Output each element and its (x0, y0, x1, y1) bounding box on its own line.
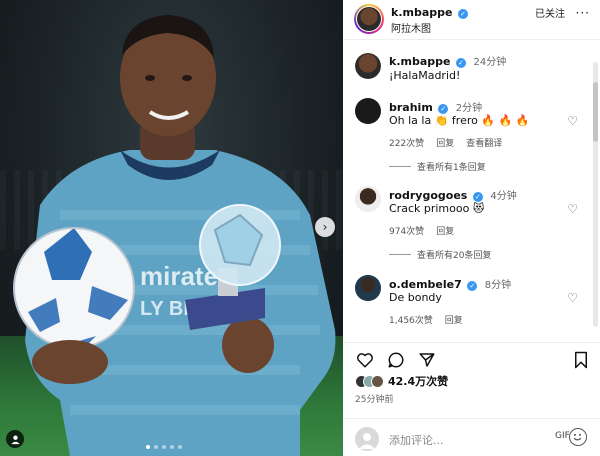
comment-username[interactable]: rodrygogoes (389, 189, 467, 202)
verified-badge-icon: ✓ (455, 58, 466, 68)
carousel-dot (162, 445, 166, 449)
liker-avatar (371, 374, 384, 388)
comment-time: 2分钟 (455, 103, 483, 114)
comment-time: 8分钟 (484, 280, 512, 291)
comment-item: o.dembele7 ✓ 8分钟 De bondy ♡ 1,456次赞 回复 (343, 273, 600, 331)
verified-badge-icon: ✓ (472, 192, 483, 202)
post-action-bar (343, 342, 600, 372)
like-button[interactable] (355, 350, 375, 370)
following-button[interactable]: 已关注 (535, 5, 565, 20)
save-button[interactable] (571, 350, 591, 370)
comment-avatar[interactable] (355, 186, 381, 212)
heart-eyes-cat-emoji: 😻 (472, 202, 485, 215)
verified-badge-icon: ✓ (457, 9, 468, 19)
like-summary[interactable]: 42.4万次赞 (355, 373, 448, 389)
reply-button[interactable]: 回复 (436, 224, 454, 237)
comment-text-part: frero (448, 114, 482, 127)
fire-emoji: 🔥 🔥 🔥 (481, 114, 530, 127)
more-options-button[interactable]: ··· (576, 6, 590, 20)
verified-badge-icon: ✓ (467, 281, 478, 291)
comment-time: 4分钟 (490, 191, 517, 202)
reply-button[interactable]: 回复 (445, 313, 463, 326)
caption-text: ¡HalaMadrid! (389, 69, 461, 82)
view-replies-button[interactable]: 查看所有1条回复 (389, 160, 486, 173)
clap-emoji: 👏 (434, 114, 449, 127)
post-header: k.mbappe ✓ 阿拉木图 已关注 ··· (343, 0, 600, 40)
player-illustration: mirate LY BE (13, 15, 336, 456)
verified-badge-icon: ✓ (438, 104, 449, 114)
carousel-dot (170, 445, 174, 449)
carousel-dots (146, 445, 182, 449)
comment-like-count[interactable]: 1,456次赞 (389, 313, 433, 326)
instagram-post-view: mirate LY BE › k.mbappe ✓ 阿拉木图 已关注 ··· k… (0, 0, 600, 456)
comment-text-part: Crack primooo (389, 202, 473, 215)
post-photo[interactable]: mirate LY BE › (0, 0, 343, 456)
carousel-dot (178, 445, 182, 449)
caption-avatar[interactable] (355, 53, 381, 79)
comment-avatar[interactable] (355, 98, 381, 124)
comment-avatar[interactable] (355, 275, 381, 301)
comment-text: De bondy (389, 291, 442, 304)
divider (389, 166, 411, 167)
current-user-avatar (355, 427, 379, 451)
author-username[interactable]: k.mbappe (391, 6, 452, 19)
translate-button[interactable]: 查看翻译 (466, 136, 502, 149)
comments-list[interactable]: k.mbappe ✓ 24分钟 ¡HalaMadrid! brahim ✓ 2分… (343, 41, 600, 331)
comment-item: brahim ✓ 2分钟 Oh la la 👏 frero 🔥 🔥 🔥 ♡ 22… (343, 96, 600, 176)
caption-username[interactable]: k.mbappe (389, 55, 450, 68)
comments-scrollbar[interactable] (593, 62, 598, 327)
comment-like-button[interactable]: ♡ (567, 291, 578, 305)
comment-username[interactable]: o.dembele7 (389, 278, 462, 291)
heart-icon: ♡ (567, 114, 578, 128)
comment-icon (388, 352, 404, 368)
reply-button[interactable]: 回复 (436, 136, 454, 149)
post-timestamp: 25分钟前 (355, 395, 394, 405)
comment-like-count[interactable]: 974次赞 (389, 224, 424, 237)
carousel-dot (146, 445, 150, 449)
comment-text: Crack primooo 😻 (389, 202, 484, 215)
view-replies-label: 查看所有1条回复 (417, 163, 486, 173)
bookmark-icon (575, 351, 587, 369)
view-replies-button[interactable]: 查看所有20条回复 (389, 248, 491, 261)
caption-row: k.mbappe ✓ 24分钟 ¡HalaMadrid! (343, 49, 600, 85)
comment-input[interactable]: 添加评论... (389, 432, 444, 448)
post-location[interactable]: 阿拉木图 (391, 20, 431, 35)
emoji-icon (573, 433, 582, 441)
heart-icon: ♡ (567, 202, 578, 216)
chevron-right-icon: › (322, 220, 328, 234)
like-count[interactable]: 42.4万次赞 (388, 373, 448, 389)
scrollbar-thumb[interactable] (593, 82, 598, 142)
emoji-button[interactable] (569, 428, 587, 446)
divider (389, 254, 411, 255)
comment-button[interactable] (386, 350, 406, 370)
comment-username[interactable]: brahim (389, 101, 433, 114)
comment-text-part: Oh la la (389, 114, 435, 127)
heart-icon (357, 353, 373, 368)
comment-text: Oh la la 👏 frero 🔥 🔥 🔥 (389, 114, 529, 127)
caption-time: 24分钟 (473, 57, 507, 68)
author-avatar[interactable] (354, 4, 384, 34)
comment-like-button[interactable]: ♡ (567, 114, 578, 128)
next-photo-button[interactable]: › (315, 217, 335, 237)
gif-button[interactable]: GIF (555, 431, 570, 441)
heart-icon: ♡ (567, 291, 578, 305)
carousel-dot (154, 445, 158, 449)
user-tag-icon (10, 434, 20, 444)
view-replies-label: 查看所有20条回复 (417, 251, 492, 261)
share-icon (419, 353, 435, 367)
post-detail-panel: k.mbappe ✓ 阿拉木图 已关注 ··· k.mbappe ✓ 24分钟 … (343, 0, 600, 456)
user-tag-button[interactable] (6, 430, 24, 448)
comment-like-button[interactable]: ♡ (567, 202, 578, 216)
comment-like-count[interactable]: 222次赞 (389, 136, 424, 149)
comment-composer: 添加评论... GIF (343, 418, 600, 456)
share-button[interactable] (417, 350, 437, 370)
comment-item: rodrygogoes ✓ 4分钟 Crack primooo 😻 ♡ 974次… (343, 184, 600, 264)
